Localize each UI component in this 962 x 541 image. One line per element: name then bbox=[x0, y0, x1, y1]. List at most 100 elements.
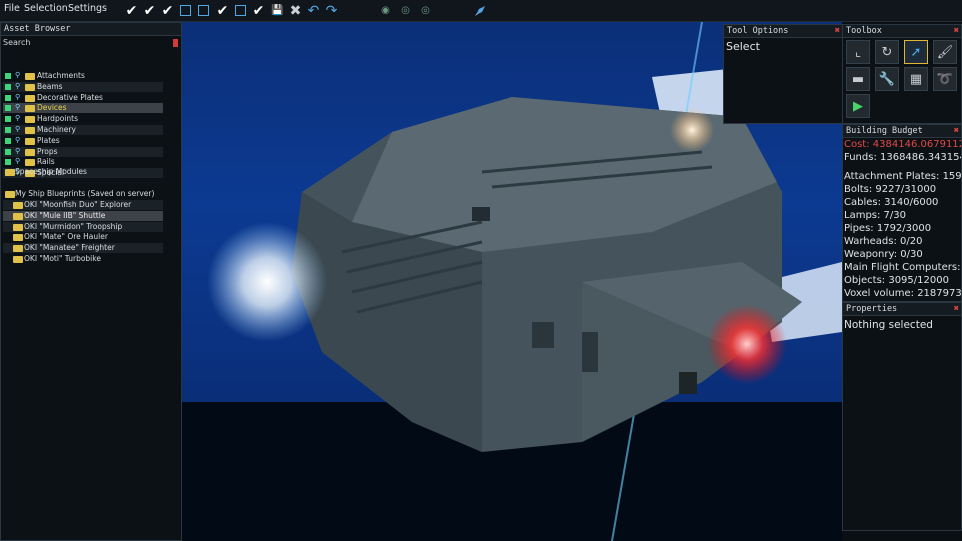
redo-icon[interactable]: ↷ bbox=[324, 3, 339, 18]
category-plates[interactable]: ⚲ Plates bbox=[3, 136, 163, 146]
top-menu-bar: File Selection Settings ✔ ✔ ✔ ✔ ✔ 💾 ✖ ↶ ↷ ◉ ◎ ◎ bbox=[0, 0, 962, 22]
lock-icon[interactable]: ⚲ bbox=[15, 72, 22, 79]
undo-icon[interactable]: ↶ bbox=[306, 3, 321, 18]
folder-icon bbox=[25, 148, 35, 156]
play-icon[interactable]: ▶ bbox=[846, 94, 870, 118]
lock-icon[interactable]: ⚲ bbox=[15, 82, 22, 90]
blueprint-label: OKI "Mate" Ore Hauler bbox=[24, 232, 108, 242]
check-icon[interactable]: ✔ bbox=[124, 3, 139, 18]
plate-icon[interactable]: ▬ bbox=[846, 67, 870, 91]
visibility-checkbox[interactable] bbox=[5, 148, 11, 155]
asset-browser-title: Asset Browser bbox=[1, 23, 181, 36]
cable-icon[interactable]: ➰ bbox=[933, 67, 957, 91]
category-beams[interactable]: ⚲ Beams bbox=[3, 81, 163, 92]
blueprint-item[interactable]: OKI "Moti" Turbobike bbox=[3, 254, 163, 264]
lock-icon[interactable]: ⚲ bbox=[15, 93, 22, 101]
visibility-checkbox[interactable] bbox=[5, 105, 11, 112]
spaceship-modules-folder[interactable]: Spaceship Modules bbox=[3, 167, 163, 177]
category-label: Plates bbox=[37, 135, 60, 145]
budget-line: Bolts: 9227/31000 bbox=[844, 184, 937, 195]
open-folder-icon bbox=[5, 191, 15, 198]
visibility-checkbox[interactable] bbox=[5, 116, 11, 123]
category-attachments[interactable]: ⚲ Attachments bbox=[3, 71, 163, 81]
category-hardpoints[interactable]: ⚲ Hardpoints bbox=[3, 114, 163, 124]
folder-icon bbox=[25, 94, 35, 102]
close-icon[interactable]: ✖ bbox=[954, 25, 959, 37]
lock-icon[interactable]: ⚲ bbox=[15, 126, 22, 133]
visibility-checkbox[interactable] bbox=[5, 94, 11, 101]
menu-selection[interactable]: Selection bbox=[24, 3, 68, 14]
save-icon[interactable]: 💾 bbox=[270, 3, 285, 18]
menu-file[interactable]: File bbox=[4, 3, 20, 14]
budget-line: Weaponry: 0/30 bbox=[844, 249, 923, 260]
category-devices[interactable]: ⚲ Devices bbox=[3, 103, 163, 114]
checkbox-frame bbox=[180, 5, 191, 16]
visibility-checkbox[interactable] bbox=[5, 83, 11, 90]
category-label: Props bbox=[37, 146, 58, 156]
grid-plate-icon[interactable]: ▦ bbox=[904, 67, 928, 91]
empty-checkbox-icon[interactable] bbox=[196, 3, 211, 18]
blueprint-item[interactable]: OKI "Mate" Ore Hauler bbox=[3, 232, 163, 242]
blueprint-item[interactable]: OKI "Murmidon" Troopship bbox=[3, 221, 163, 232]
budget-line: Attachment Plates: 1591/8 bbox=[844, 171, 962, 182]
select-cursor-icon[interactable]: ➚ bbox=[904, 40, 928, 64]
blueprint-item[interactable]: OKI "Mule IIB" Shuttle bbox=[3, 210, 163, 221]
rotate-icon[interactable]: ↻ bbox=[875, 40, 899, 64]
blueprint-item[interactable]: OKI "Moonfish Duo" Explorer bbox=[3, 200, 163, 210]
building-budget-panel: Building Budget ✖ Cost: 4384146.0679112 … bbox=[842, 124, 962, 302]
clear-search-icon[interactable] bbox=[173, 39, 178, 47]
category-label: Rails bbox=[37, 157, 55, 167]
delete-icon[interactable]: ✖ bbox=[288, 3, 303, 18]
category-props[interactable]: ⚲ Props bbox=[3, 146, 163, 157]
properties-title: Properties ✖ bbox=[843, 303, 961, 316]
lock-icon[interactable]: ⚲ bbox=[15, 147, 22, 155]
check-icon[interactable]: ✔ bbox=[142, 3, 157, 18]
category-decorative-plates[interactable]: ⚲ Decorative Plates bbox=[3, 93, 163, 103]
menu-settings[interactable]: Settings bbox=[68, 3, 107, 14]
category-machinery[interactable]: ⚲ Machinery bbox=[3, 125, 163, 135]
blueprint-label: OKI "Moonfish Duo" Explorer bbox=[24, 200, 132, 209]
blueprint-item[interactable]: OKI "Manatee" Freighter bbox=[3, 243, 163, 254]
folder-icon bbox=[25, 127, 35, 134]
check-icon[interactable]: ✔ bbox=[215, 3, 230, 18]
check-icon[interactable]: ✔ bbox=[160, 3, 175, 18]
folder-icon bbox=[25, 105, 35, 113]
visibility-checkbox[interactable] bbox=[5, 127, 11, 133]
category-label: Attachments bbox=[37, 71, 85, 80]
blueprints-folder[interactable]: My Ship Blueprints (Saved on server) bbox=[3, 189, 163, 199]
paint-roller-icon[interactable]: 🖌 bbox=[933, 40, 957, 64]
category-rails[interactable]: ⚲ Rails bbox=[3, 157, 163, 167]
lock-icon[interactable]: ⚲ bbox=[15, 115, 22, 122]
empty-checkbox-icon[interactable] bbox=[233, 3, 248, 18]
view-mode-1-icon[interactable]: ◉ bbox=[378, 3, 393, 18]
category-label: Machinery bbox=[37, 125, 76, 134]
visibility-checkbox[interactable] bbox=[5, 137, 11, 144]
launch-rocket-icon[interactable] bbox=[472, 3, 487, 18]
view-mode-2-icon[interactable]: ◎ bbox=[398, 3, 413, 18]
folder-icon bbox=[25, 137, 35, 145]
properties-panel: Properties ✖ Nothing selected bbox=[842, 302, 962, 531]
blueprint-label: OKI "Mule IIB" Shuttle bbox=[24, 210, 106, 220]
view-mode-3-icon[interactable]: ◎ bbox=[418, 3, 433, 18]
close-icon[interactable]: ✖ bbox=[835, 25, 840, 37]
budget-line: Cables: 3140/6000 bbox=[844, 197, 939, 208]
folder-icon bbox=[13, 202, 23, 209]
category-label: Devices bbox=[37, 103, 67, 113]
wrench-icon[interactable]: 🔧 bbox=[875, 67, 899, 91]
axes-icon[interactable]: ⌞ bbox=[846, 40, 870, 64]
lock-icon[interactable]: ⚲ bbox=[15, 158, 22, 165]
folder-icon bbox=[25, 73, 35, 80]
folder-icon bbox=[13, 223, 23, 231]
search-field[interactable]: Search bbox=[1, 36, 181, 49]
lock-icon[interactable]: ⚲ bbox=[15, 136, 22, 144]
check-icon[interactable]: ✔ bbox=[251, 3, 266, 18]
checkbox-frame bbox=[235, 5, 246, 16]
empty-checkbox-icon[interactable] bbox=[178, 3, 193, 18]
visibility-checkbox[interactable] bbox=[5, 159, 11, 166]
lock-icon[interactable]: ⚲ bbox=[15, 104, 22, 111]
close-icon[interactable]: ✖ bbox=[954, 125, 959, 137]
close-icon[interactable]: ✖ bbox=[954, 303, 959, 315]
visibility-checkbox[interactable] bbox=[5, 73, 11, 79]
folder-icon bbox=[25, 116, 35, 124]
category-label: Hardpoints bbox=[37, 114, 78, 124]
